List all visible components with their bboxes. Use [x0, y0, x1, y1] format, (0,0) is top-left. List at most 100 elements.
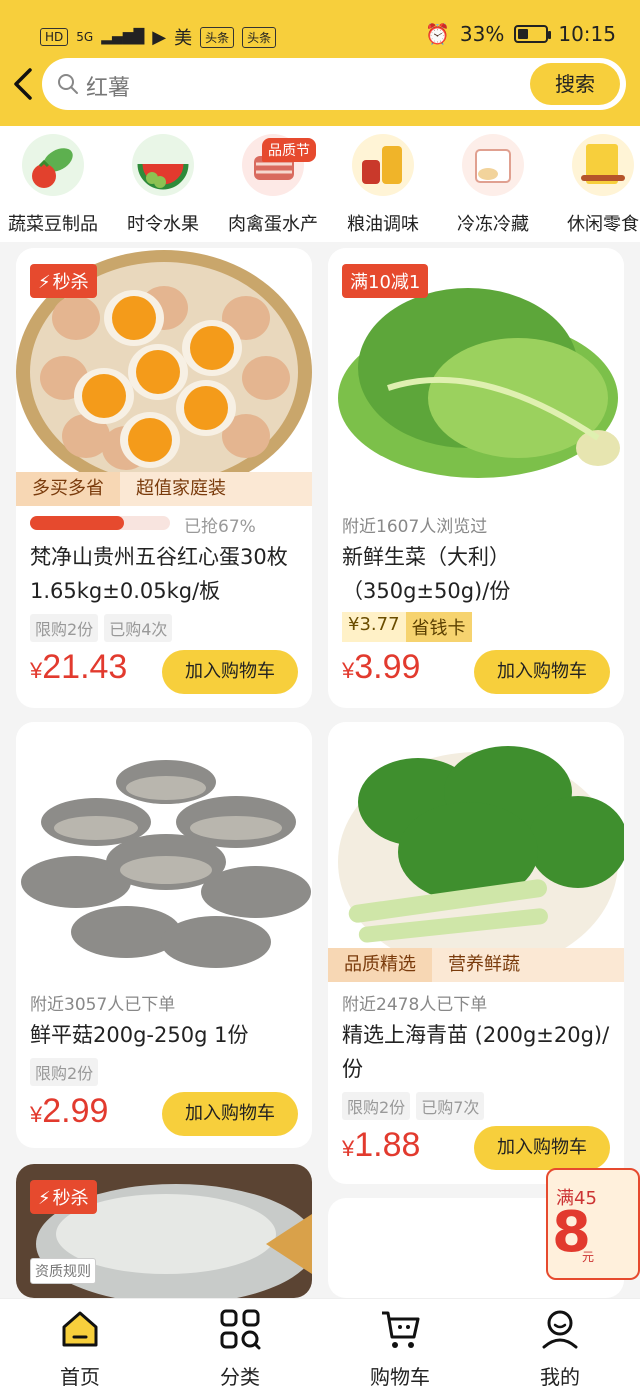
- sold-progress-bar: [30, 516, 170, 530]
- category-icon: [220, 1309, 261, 1350]
- search-button[interactable]: 搜索: [530, 63, 620, 105]
- add-to-cart-button[interactable]: 加入购物车: [162, 650, 298, 694]
- coupon-unit: 元: [582, 1250, 595, 1264]
- promo-subtags: 品质精选 营养鲜蔬: [328, 948, 624, 982]
- cart-icon: [382, 1311, 420, 1348]
- browse-count: 附近1607人浏览过: [342, 517, 488, 537]
- limit-chip: 限购2份: [342, 1092, 411, 1120]
- nav-category[interactable]: 分类: [160, 1299, 320, 1387]
- product-price: ¥1.88: [342, 1126, 421, 1164]
- product-card-fish[interactable]: 秒杀 资质规则: [16, 1164, 312, 1298]
- signal-indicator: 5G: [76, 30, 94, 44]
- add-to-cart-button[interactable]: 加入购物车: [162, 1092, 298, 1136]
- product-card-lettuce[interactable]: 满10减1 附近1607人浏览过 新鲜生菜（大利）（350g±50g)/份 ¥3…: [328, 248, 624, 708]
- bottom-nav: 首页 分类 购物车 我的: [0, 1298, 640, 1387]
- search-input[interactable]: 红薯: [86, 70, 130, 102]
- order-count: 附近2478人已下单: [342, 995, 488, 1015]
- category-meat[interactable]: 肉禽蛋水产 品质节: [218, 134, 328, 236]
- product-title: 精选上海青苗 (200g±20g)/份: [342, 1023, 610, 1081]
- category-row: 蔬菜豆制品 时令水果 肉禽蛋水产 品质节 粮油调味 冷冻冷藏 休闲零食: [0, 126, 640, 242]
- signal-bars-icon: ▂▄▆█: [101, 29, 145, 45]
- nav-home[interactable]: 首页: [0, 1299, 160, 1387]
- saver-label: 省钱卡: [405, 612, 472, 642]
- nav-label: 购物车: [370, 1365, 430, 1387]
- home-icon: [62, 1311, 98, 1347]
- product-title: 梵净山贵州五谷红心蛋30枚 1.65kg±0.05kg/板: [30, 545, 288, 603]
- search-bar[interactable]: 红薯 搜索: [42, 58, 626, 110]
- limit-chip: 限购2份: [30, 1058, 99, 1086]
- qualification-rules-link[interactable]: 资质规则: [30, 1258, 96, 1284]
- subtag: 营养鲜蔬: [432, 948, 624, 982]
- category-fruits[interactable]: 时令水果: [108, 134, 218, 236]
- bought-chip: 已购7次: [416, 1092, 485, 1120]
- oil-icon: [352, 134, 414, 196]
- limit-chip: 限购2份: [30, 614, 99, 642]
- snack-icon: [572, 134, 634, 196]
- hd-indicator: HD: [40, 28, 69, 46]
- status-right: ⏰ 33% 10:15: [425, 22, 616, 46]
- product-title: 新鲜生菜（大利）（350g±50g)/份: [342, 545, 511, 603]
- toutiao-indicator: 头条: [200, 26, 235, 48]
- category-label: 冷冻冷藏: [457, 214, 529, 235]
- search-icon: [58, 74, 78, 94]
- vegetable-icon: [22, 134, 84, 196]
- watermelon-icon: [132, 134, 194, 196]
- product-title: 鲜平菇200g-250g 1份: [30, 1023, 249, 1047]
- subtag: 品质精选: [328, 948, 432, 982]
- status-bar: HD 5G ▂▄▆█ ▶ 美 头条 头条 ⏰ 33% 10:15: [0, 0, 640, 60]
- product-price: ¥21.43: [30, 648, 128, 686]
- purchase-limits: 限购2份 已购7次: [342, 1092, 485, 1120]
- profile-icon: [542, 1310, 578, 1349]
- coupon-float[interactable]: 满45 8 元: [546, 1168, 640, 1280]
- toutiao-indicator-2: 头条: [242, 26, 277, 48]
- category-label: 蔬菜豆制品: [8, 214, 98, 235]
- product-price: ¥3.99: [342, 648, 421, 686]
- product-price: ¥2.99: [30, 1092, 109, 1130]
- bought-chip: 已购4次: [104, 614, 173, 642]
- category-vegetables[interactable]: 蔬菜豆制品: [0, 134, 108, 236]
- subtag: 超值家庭装: [120, 472, 312, 506]
- nav-label: 首页: [60, 1365, 100, 1387]
- battery-percent: 33%: [459, 22, 505, 46]
- order-count: 附近3057人已下单: [30, 995, 176, 1015]
- sold-percent: 已抢67%: [184, 517, 256, 537]
- promo-subtags: 多买多省 超值家庭装: [16, 472, 312, 506]
- battery-icon: [514, 25, 552, 43]
- nav-label: 我的: [540, 1365, 580, 1387]
- category-label: 粮油调味: [347, 214, 419, 235]
- alarm-icon: ⏰: [425, 22, 450, 46]
- product-image: [16, 722, 312, 980]
- back-button[interactable]: [10, 66, 40, 102]
- header: HD 5G ▂▄▆█ ▶ 美 头条 头条 ⏰ 33% 10:15 红薯 搜索: [0, 0, 640, 126]
- media-icon: ▶: [152, 26, 167, 48]
- product-image: [328, 722, 624, 980]
- product-card-bokchoy[interactable]: 品质精选 营养鲜蔬 附近2478人已下单 精选上海青苗 (200g±20g)/份…: [328, 722, 624, 1184]
- category-label: 休闲零食: [567, 214, 639, 235]
- flash-sale-tag: 秒杀: [30, 264, 97, 298]
- add-to-cart-button[interactable]: 加入购物车: [474, 650, 610, 694]
- subtag: 多买多省: [16, 472, 120, 506]
- meituan-indicator: 美: [174, 28, 193, 49]
- category-oil[interactable]: 粮油调味: [328, 134, 438, 236]
- category-frozen[interactable]: 冷冻冷藏: [438, 134, 548, 236]
- product-card-eggs[interactable]: 秒杀 多买多省 超值家庭装 已抢67% 梵净山贵州五谷红心蛋30枚 1.65kg…: [16, 248, 312, 708]
- quality-fest-badge: 品质节: [262, 138, 316, 162]
- nav-label: 分类: [220, 1365, 260, 1387]
- clock: 10:15: [558, 22, 616, 46]
- frozen-icon: [462, 134, 524, 196]
- category-label: 时令水果: [127, 214, 199, 235]
- category-label: 肉禽蛋水产: [228, 214, 318, 235]
- status-left: HD 5G ▂▄▆█ ▶ 美 头条 头条: [40, 24, 277, 50]
- discount-tag: 满10减1: [342, 264, 429, 298]
- product-card-mushroom[interactable]: 附近3057人已下单 鲜平菇200g-250g 1份 限购2份 ¥2.99 加入…: [16, 722, 312, 1148]
- purchase-limits: 限购2份 已购4次: [30, 614, 173, 642]
- purchase-limits: 限购2份: [30, 1058, 99, 1086]
- nav-profile[interactable]: 我的: [480, 1299, 640, 1387]
- flash-sale-tag: 秒杀: [30, 1180, 97, 1214]
- nav-cart[interactable]: 购物车: [320, 1299, 480, 1387]
- chevron-left-icon: [14, 68, 32, 100]
- saver-price: ¥3.77: [342, 612, 406, 642]
- category-snacks[interactable]: 休闲零食: [548, 134, 640, 236]
- add-to-cart-button[interactable]: 加入购物车: [474, 1126, 610, 1170]
- saver-card-price: ¥3.77 省钱卡: [342, 612, 472, 642]
